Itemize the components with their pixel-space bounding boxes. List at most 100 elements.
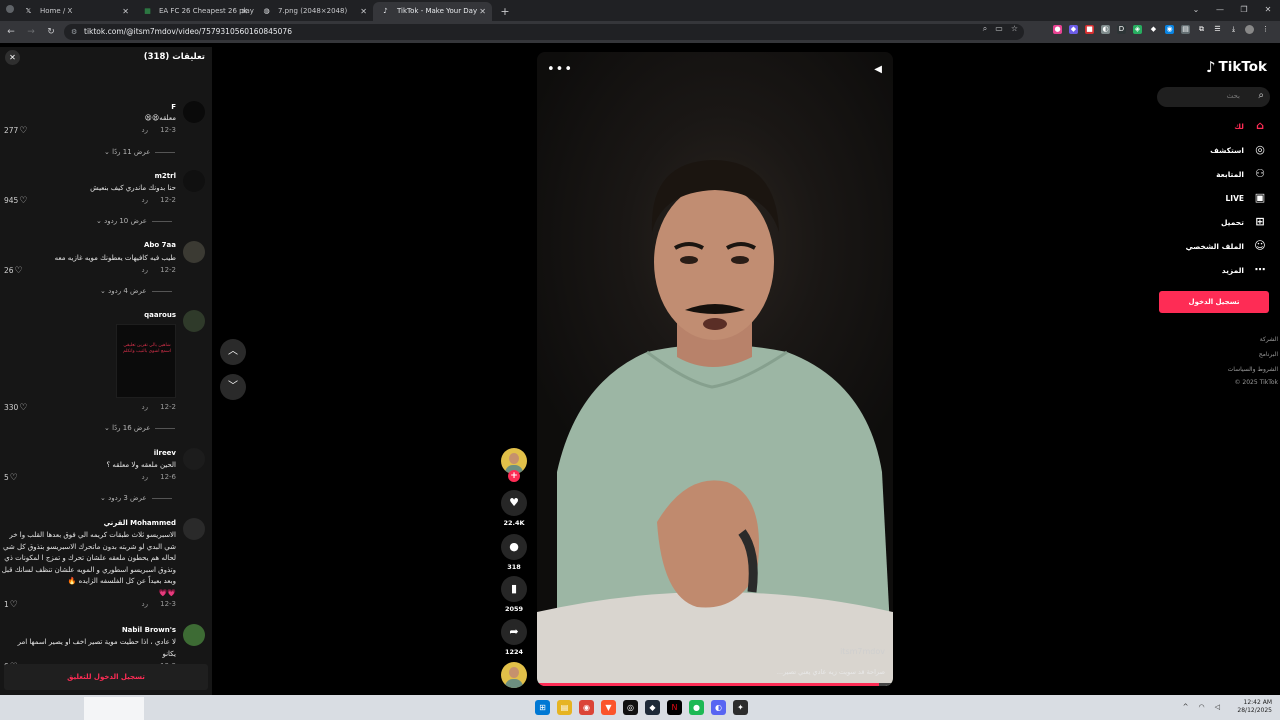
extension-icon[interactable]: ◈ xyxy=(1133,25,1142,34)
avatar[interactable] xyxy=(183,241,205,263)
close-tab-icon[interactable]: ✕ xyxy=(241,2,248,21)
new-tab-button[interactable]: + xyxy=(498,2,512,21)
forward-icon[interactable]: → xyxy=(22,23,40,41)
comment-username[interactable]: القرني Mohammed xyxy=(104,519,176,527)
brave-icon[interactable]: ▼ xyxy=(601,700,616,715)
close-tab-icon[interactable]: ✕ xyxy=(122,2,129,21)
nav-explore[interactable]: استكشف ◎ xyxy=(1210,143,1267,157)
reply-button[interactable]: رد xyxy=(142,403,149,411)
view-replies-button[interactable]: ⌄ عرض 11 ردًا xyxy=(104,148,176,156)
like-button[interactable]: 1♡ xyxy=(4,600,18,610)
view-replies-button[interactable]: ⌄ عرض 16 ردًا xyxy=(104,424,176,432)
tab-search-icon[interactable]: ⌄ xyxy=(1184,0,1208,21)
like-button[interactable]: 945♡ xyxy=(4,196,27,206)
avatar[interactable] xyxy=(183,624,205,646)
app-icon[interactable]: ✦ xyxy=(733,700,748,715)
chrome-icon[interactable]: ◉ xyxy=(579,700,594,715)
nav-following[interactable]: المتابعة ⚇ xyxy=(1216,167,1267,181)
like-button[interactable]: 330♡ xyxy=(4,403,27,413)
nav-live[interactable]: LIVE ▣ xyxy=(1226,191,1268,205)
extension-icon[interactable]: D xyxy=(1117,25,1126,34)
creator-avatar-button[interactable]: + xyxy=(500,448,528,482)
like-button[interactable]: 277♡ xyxy=(4,126,27,136)
extension-icon[interactable]: ▤ xyxy=(1181,25,1190,34)
discord-icon[interactable]: ◐ xyxy=(711,700,726,715)
more-options-icon[interactable]: ••• xyxy=(547,62,573,77)
like-button[interactable]: ♥ 22.4K xyxy=(500,490,528,527)
previous-video-button[interactable]: ︿ xyxy=(220,339,246,365)
comment-username[interactable]: Abo 7aa xyxy=(144,241,176,249)
next-video-button[interactable]: ﹀ xyxy=(220,374,246,400)
comment-username[interactable]: qaarous xyxy=(144,311,176,319)
video-caption[interactable]: صراحة قد سويت زيه عادي يعني تصير... xyxy=(777,668,885,676)
comments-button[interactable]: ● 318 xyxy=(500,534,528,571)
app-icon[interactable]: ◎ xyxy=(623,700,638,715)
tab-x-home[interactable]: 𝕏 Home / X ✕ xyxy=(16,2,135,21)
footer-link-company[interactable]: الشركة xyxy=(1260,336,1278,343)
close-tab-icon[interactable]: ✕ xyxy=(479,2,486,21)
video-player[interactable]: ••• ◀ itsm7mdov صراحة قد سويت زيه عادي ي… xyxy=(537,52,893,686)
wifi-icon[interactable]: ◠ xyxy=(1199,703,1205,711)
maximize-icon[interactable]: ❐ xyxy=(1232,0,1256,21)
save-button[interactable]: ▮ 2059 xyxy=(500,576,528,613)
reading-list-icon[interactable]: ☰ xyxy=(1213,25,1222,34)
profile-icon[interactable] xyxy=(6,5,14,13)
extension-icon[interactable]: ■ xyxy=(1085,25,1094,34)
netflix-icon[interactable]: N xyxy=(667,700,682,715)
comment-image[interactable]: شاهين يالي تقرين تعليقي اسمع اشوي بالتيب… xyxy=(116,324,176,398)
avatar[interactable] xyxy=(183,448,205,470)
share-button[interactable]: ➦ 1224 xyxy=(500,619,528,656)
volume-icon[interactable]: ◀ xyxy=(874,64,882,75)
nav-profile[interactable]: الملف الشخصي ☺ xyxy=(1186,239,1267,253)
zoom-icon[interactable]: ⌕ xyxy=(983,24,987,34)
reload-icon[interactable]: ↻ xyxy=(42,23,60,41)
tab-image[interactable]: ◍ 7.png (2048×2048) ✕ xyxy=(254,2,373,21)
reply-button[interactable]: رد xyxy=(142,266,149,274)
nav-more[interactable]: المزيد ⋯ xyxy=(1222,263,1267,277)
avatar[interactable] xyxy=(1245,25,1254,34)
bookmark-star-icon[interactable]: ☆ xyxy=(1011,24,1018,34)
nav-upload[interactable]: تحميل ⊞ xyxy=(1221,215,1267,229)
extension-icon[interactable]: ◆ xyxy=(1069,25,1078,34)
extension-icon[interactable]: ◉ xyxy=(1165,25,1174,34)
menu-icon[interactable]: ⋮ xyxy=(1261,25,1270,34)
file-explorer-icon[interactable]: ▤ xyxy=(557,700,572,715)
view-replies-button[interactable]: ⌄ عرض 10 ردود xyxy=(96,217,172,225)
address-bar[interactable]: ⚙ tiktok.com/@itsm7mdov/video/7579310560… xyxy=(64,24,1024,40)
search-input[interactable]: بحث ⌕ xyxy=(1157,87,1270,107)
start-icon[interactable]: ⊞ xyxy=(535,700,550,715)
reply-button[interactable]: رد xyxy=(142,196,149,204)
close-tab-icon[interactable]: ✕ xyxy=(360,2,367,21)
comment-username[interactable]: Nabil Brown's xyxy=(122,626,176,634)
minimize-icon[interactable]: — xyxy=(1208,0,1232,21)
search-icon[interactable]: ⌕ xyxy=(1258,90,1264,101)
tab-ea-fc[interactable]: ▦ EA FC 26 Cheapest 26 players | ✕ xyxy=(135,2,254,21)
tab-tiktok[interactable]: ♪ TikTok - Make Your Day ✕ xyxy=(373,2,492,21)
site-info-icon[interactable]: ⚙ xyxy=(71,24,77,40)
view-replies-button[interactable]: ⌄ عرض 3 ردود xyxy=(100,494,172,502)
reply-button[interactable]: رد xyxy=(142,473,149,481)
reply-button[interactable]: رد xyxy=(142,600,149,608)
login-to-comment-button[interactable]: تسجيل الدخول للتعليق xyxy=(4,664,208,690)
chevron-up-icon[interactable]: ^ xyxy=(1183,703,1189,711)
avatar[interactable] xyxy=(183,518,205,540)
close-icon[interactable]: ✕ xyxy=(5,50,20,65)
extension-icon[interactable]: ◆ xyxy=(1149,25,1158,34)
spotify-icon[interactable]: ● xyxy=(689,700,704,715)
comment-username[interactable]: ilreev xyxy=(154,449,176,457)
system-clock[interactable]: 12:42 AM 28/12/2025 xyxy=(1237,699,1272,715)
comment-username[interactable]: m2trl xyxy=(155,172,176,180)
login-button[interactable]: تسجيل الدخول xyxy=(1159,291,1269,313)
avatar[interactable] xyxy=(183,310,205,332)
cast-icon[interactable]: ▭ xyxy=(995,24,1003,34)
avatar[interactable] xyxy=(183,170,205,192)
reply-button[interactable]: رد xyxy=(142,126,149,134)
extension-icon[interactable]: ◐ xyxy=(1101,25,1110,34)
video-progress-bar[interactable] xyxy=(537,683,893,686)
avatar[interactable] xyxy=(183,101,205,123)
follow-plus-icon[interactable]: + xyxy=(508,470,520,482)
footer-link-program[interactable]: البرنامج xyxy=(1259,351,1278,358)
downloads-icon[interactable]: ⤓ xyxy=(1229,25,1238,34)
volume-icon[interactable]: ◁ xyxy=(1215,703,1220,711)
back-icon[interactable]: ← xyxy=(2,23,20,41)
